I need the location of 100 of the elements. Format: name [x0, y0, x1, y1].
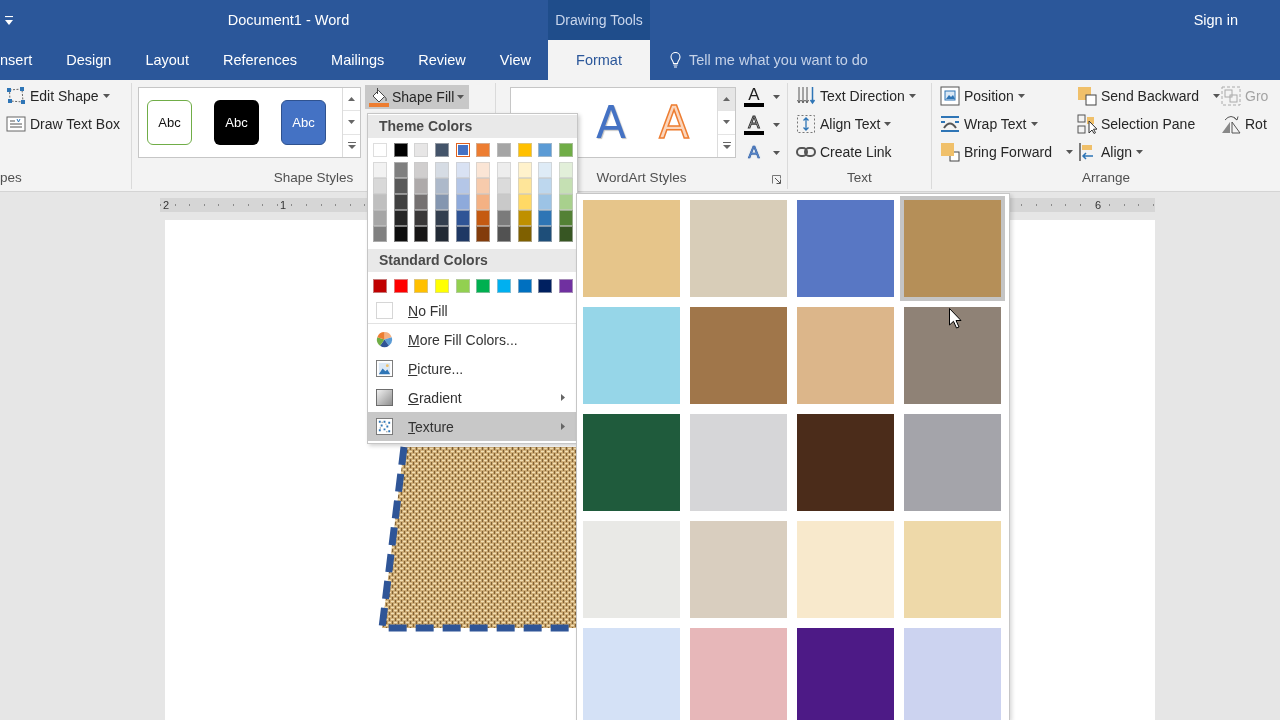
rotate-button[interactable]: Rot	[1218, 111, 1270, 137]
color-swatch[interactable]	[455, 279, 470, 293]
align-text-button[interactable]: Align Text	[793, 111, 895, 137]
selection-pane-button[interactable]: Selection Pane	[1074, 111, 1199, 137]
shape-style-option[interactable]: Abc	[281, 100, 326, 145]
color-swatch[interactable]	[496, 210, 511, 226]
text-box-button[interactable]: Draw Text Box	[3, 111, 123, 137]
color-swatch[interactable]	[393, 210, 408, 226]
color-swatch[interactable]	[455, 194, 470, 210]
color-swatch[interactable]	[538, 279, 553, 293]
shape-style-option[interactable]: Abc	[214, 100, 259, 145]
text-fill-button[interactable]: A	[742, 84, 782, 110]
color-swatch[interactable]	[414, 194, 429, 210]
color-swatch[interactable]	[496, 143, 511, 157]
color-swatch[interactable]	[434, 178, 449, 194]
color-swatch[interactable]	[538, 178, 553, 194]
color-swatch[interactable]	[455, 162, 470, 178]
color-swatch[interactable]	[496, 279, 511, 293]
color-swatch[interactable]	[538, 226, 553, 242]
menu-item[interactable]: More Fill Colors...	[368, 325, 577, 354]
color-swatch[interactable]	[455, 143, 470, 157]
ribbon-tab[interactable]: Layout	[128, 40, 206, 80]
color-swatch[interactable]	[538, 194, 553, 210]
menu-item[interactable]: Gradient	[368, 383, 577, 412]
color-swatch[interactable]	[496, 226, 511, 242]
color-swatch[interactable]	[434, 194, 449, 210]
color-swatch[interactable]	[393, 178, 408, 194]
color-swatch[interactable]	[373, 178, 387, 194]
color-swatch[interactable]	[517, 194, 532, 210]
color-swatch[interactable]	[496, 194, 511, 210]
tell-me-field[interactable]: Tell me what you want to do	[689, 52, 949, 68]
bring-forward-button[interactable]: Bring Forward	[937, 139, 1076, 165]
menu-item[interactable]: No Fill	[368, 298, 577, 324]
text-outline-button[interactable]: A	[742, 112, 782, 138]
color-swatch[interactable]	[455, 178, 470, 194]
color-swatch[interactable]	[517, 162, 532, 178]
color-swatch[interactable]	[476, 210, 491, 226]
color-swatch[interactable]	[373, 162, 387, 178]
color-swatch[interactable]	[476, 162, 491, 178]
color-swatch[interactable]	[434, 162, 449, 178]
menu-item[interactable]: Texture	[368, 412, 577, 441]
sign-in-link[interactable]: Sign in	[1193, 12, 1238, 28]
color-swatch[interactable]	[496, 162, 511, 178]
color-swatch[interactable]	[538, 210, 553, 226]
color-swatch[interactable]	[455, 210, 470, 226]
color-swatch[interactable]	[393, 194, 408, 210]
color-swatch[interactable]	[538, 143, 553, 157]
text-direction-button[interactable]: Text Direction	[793, 83, 919, 109]
color-swatch[interactable]	[373, 210, 387, 226]
color-swatch[interactable]	[434, 143, 449, 157]
corner-arrow-icon[interactable]	[772, 175, 781, 184]
color-swatch[interactable]	[517, 210, 532, 226]
color-swatch[interactable]	[476, 194, 491, 210]
color-swatch[interactable]	[517, 226, 532, 242]
shape-style-option[interactable]: Abc	[147, 100, 192, 145]
color-swatch[interactable]	[393, 226, 408, 242]
ribbon-tab[interactable]: Design	[49, 40, 129, 80]
color-swatch[interactable]	[558, 194, 573, 210]
color-swatch[interactable]	[414, 226, 429, 242]
color-swatch[interactable]	[517, 279, 532, 293]
position-button[interactable]: Position	[937, 83, 1028, 109]
color-swatch[interactable]	[496, 178, 511, 194]
color-swatch[interactable]	[434, 279, 449, 293]
create-link-button[interactable]: Create Link	[793, 139, 895, 165]
shape-fill-button[interactable]: Shape Fill	[365, 85, 470, 109]
ribbon-tab[interactable]: nsert	[0, 40, 50, 80]
color-swatch[interactable]	[393, 143, 408, 157]
color-swatch[interactable]	[558, 178, 573, 194]
color-swatch[interactable]	[455, 226, 470, 242]
align-button[interactable]: Align	[1074, 139, 1147, 165]
color-swatch[interactable]	[476, 178, 491, 194]
color-swatch[interactable]	[414, 279, 429, 293]
gallery-up-button[interactable]	[718, 88, 735, 112]
color-swatch[interactable]	[414, 162, 429, 178]
color-swatch[interactable]	[558, 226, 573, 242]
color-swatch[interactable]	[373, 194, 387, 210]
color-swatch[interactable]	[373, 143, 387, 157]
ribbon-tab[interactable]: Format	[548, 40, 650, 80]
color-swatch[interactable]	[434, 226, 449, 242]
color-swatch[interactable]	[393, 162, 408, 178]
color-swatch[interactable]	[558, 279, 573, 293]
color-swatch[interactable]	[476, 279, 491, 293]
edit-shape-button[interactable]: Edit Shape	[3, 83, 113, 109]
color-swatch[interactable]	[476, 143, 491, 157]
color-swatch[interactable]	[558, 143, 573, 157]
color-swatch[interactable]	[558, 162, 573, 178]
ribbon-tab[interactable]: Mailings	[314, 40, 402, 80]
wrap-text-button[interactable]: Wrap Text	[937, 111, 1041, 137]
color-swatch[interactable]	[414, 143, 429, 157]
color-swatch[interactable]	[434, 210, 449, 226]
ribbon-tab[interactable]: References	[205, 40, 315, 80]
ribbon-tab[interactable]: View	[482, 40, 548, 80]
bar-and-caret-icon[interactable]	[5, 15, 13, 25]
color-swatch[interactable]	[393, 279, 408, 293]
color-swatch[interactable]	[517, 143, 532, 157]
color-swatch[interactable]	[538, 162, 553, 178]
wordart-style-option[interactable]: A	[592, 100, 631, 145]
ribbon-tab[interactable]: Review	[401, 40, 483, 80]
color-swatch[interactable]	[414, 178, 429, 194]
menu-item[interactable]: Picture...	[368, 354, 577, 383]
